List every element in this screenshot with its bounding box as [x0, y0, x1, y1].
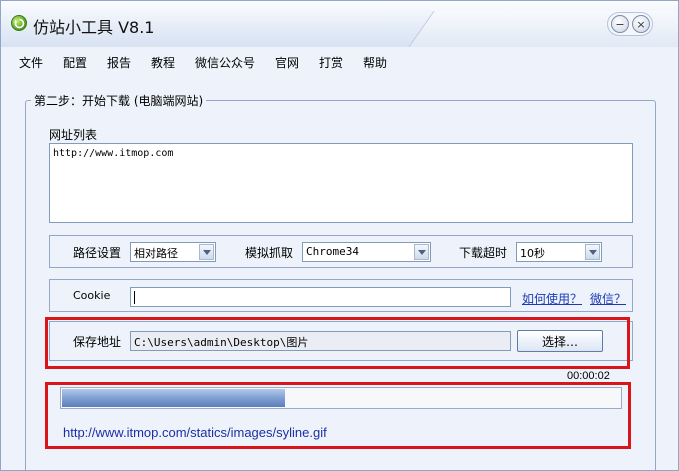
menu-file[interactable]: 文件 [19, 54, 43, 71]
close-icon[interactable]: × [632, 15, 650, 33]
user-agent-value: Chrome34 [306, 245, 359, 258]
elapsed-time: 00:00:02 [567, 370, 610, 382]
menu-website[interactable]: 官网 [275, 54, 299, 71]
cookie-input[interactable] [130, 287, 511, 307]
menu-donate[interactable]: 打赏 [319, 54, 343, 71]
highlight-progress-box [45, 382, 631, 449]
highlight-save-box [45, 317, 630, 369]
app-window: 仿站小工具 V8.1 − × 文件 配置 报告 教程 微信公众号 官网 打赏 帮… [0, 0, 679, 471]
chevron-down-icon[interactable] [199, 244, 214, 260]
menu-tutorial[interactable]: 教程 [151, 54, 175, 71]
user-agent-label: 模拟抓取 [245, 246, 294, 260]
minimize-icon[interactable]: − [611, 15, 629, 33]
menu-config[interactable]: 配置 [63, 54, 87, 71]
chevron-down-icon[interactable] [585, 244, 600, 260]
menu-help[interactable]: 帮助 [363, 54, 387, 71]
text-cursor [134, 290, 135, 304]
timeout-value: 10秒 [520, 247, 545, 260]
path-setting-value: 相对路径 [134, 247, 178, 260]
app-icon [11, 15, 27, 31]
group-legend: 第二步：开始下载 (电脑端网站) [31, 92, 207, 109]
wechat-link[interactable]: 微信？ [590, 290, 626, 307]
title-bar[interactable]: 仿站小工具 V8.1 − × [1, 1, 678, 47]
url-list-textarea[interactable]: http://www.itmop.com [49, 143, 633, 223]
window-title: 仿站小工具 V8.1 [33, 18, 155, 37]
cookie-label: Cookie [73, 289, 111, 302]
timeout-select[interactable]: 10秒 [516, 242, 602, 262]
user-agent-select[interactable]: Chrome34 [302, 242, 431, 262]
how-to-use-link[interactable]: 如何使用？ [522, 290, 582, 307]
menu-report[interactable]: 报告 [107, 54, 131, 71]
timeout-label: 下载超时 [459, 246, 508, 260]
path-setting-label: 路径设置 [73, 246, 122, 260]
menu-wechat-account[interactable]: 微信公众号 [195, 54, 255, 71]
chevron-down-icon[interactable] [414, 244, 429, 260]
url-list-label: 网址列表 [49, 128, 98, 142]
menu-bar: 文件 配置 报告 教程 微信公众号 官网 打赏 帮助 [1, 47, 678, 75]
path-setting-select[interactable]: 相对路径 [130, 242, 216, 262]
